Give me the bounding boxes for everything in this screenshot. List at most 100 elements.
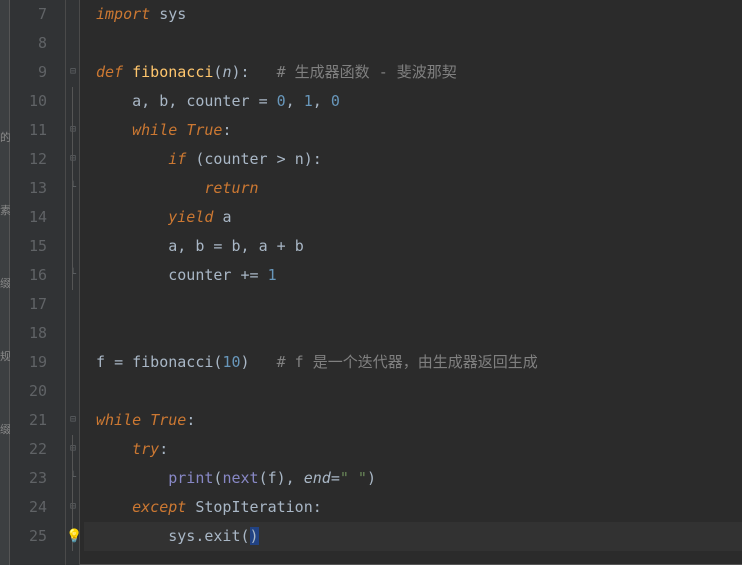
token-op: , bbox=[286, 469, 304, 487]
cursor-selection: ) bbox=[250, 527, 259, 545]
token-txt bbox=[96, 440, 132, 458]
token-txt bbox=[96, 150, 168, 168]
code-line[interactable]: return bbox=[84, 174, 742, 203]
line-number[interactable]: 17 bbox=[10, 290, 47, 319]
token-txt: fibonacci( bbox=[132, 353, 222, 371]
token-op: : bbox=[222, 121, 231, 139]
token-txt: a bbox=[222, 208, 231, 226]
token-op: ( bbox=[241, 527, 250, 545]
line-number[interactable]: 8 bbox=[10, 29, 47, 58]
code-line[interactable]: counter += 1 bbox=[84, 261, 742, 290]
intention-bulb-icon[interactable]: 💡 bbox=[66, 522, 82, 551]
line-number[interactable]: 11 bbox=[10, 116, 47, 145]
token-op: , bbox=[168, 92, 186, 110]
fold-guide-line bbox=[72, 116, 73, 145]
line-number[interactable]: 19 bbox=[10, 348, 47, 377]
token-op: > bbox=[277, 150, 295, 168]
token-op: , bbox=[313, 92, 331, 110]
token-txt bbox=[96, 498, 132, 516]
line-number[interactable]: 21 bbox=[10, 406, 47, 435]
fold-end-icon: └ bbox=[68, 183, 78, 193]
token-op: : bbox=[186, 411, 195, 429]
code-line[interactable]: 💡 sys.exit() bbox=[84, 522, 742, 551]
token-kw: True bbox=[186, 121, 222, 139]
line-number[interactable]: 9 bbox=[10, 58, 47, 87]
token-op: : bbox=[313, 498, 322, 516]
line-number[interactable]: 18 bbox=[10, 319, 47, 348]
code-line[interactable]: while True: bbox=[84, 406, 742, 435]
token-cmt: # f 是一个迭代器，由生成器返回生成 bbox=[277, 353, 538, 371]
token-op: ) bbox=[367, 469, 376, 487]
token-cmt: # 生成器函数 - 斐波那契 bbox=[277, 63, 457, 81]
code-line[interactable] bbox=[84, 290, 742, 319]
token-op: += bbox=[241, 266, 268, 284]
line-number[interactable]: 14 bbox=[10, 203, 47, 232]
token-txt bbox=[96, 208, 168, 226]
fold-collapse-icon[interactable]: ⊟ bbox=[68, 67, 78, 77]
code-line[interactable]: print(next(f), end=" ") bbox=[84, 464, 742, 493]
line-number[interactable]: 12 bbox=[10, 145, 47, 174]
code-line[interactable]: def fibonacci(n): # 生成器函数 - 斐波那契 bbox=[84, 58, 742, 87]
line-number[interactable]: 20 bbox=[10, 377, 47, 406]
line-number[interactable]: 13 bbox=[10, 174, 47, 203]
code-line[interactable]: except StopIteration: bbox=[84, 493, 742, 522]
token-builtin: next bbox=[222, 469, 258, 487]
token-num: 0 bbox=[277, 92, 286, 110]
line-number[interactable]: 7 bbox=[10, 0, 47, 29]
code-line[interactable]: while True: bbox=[84, 116, 742, 145]
token-op: ): bbox=[304, 150, 322, 168]
code-editor[interactable]: import sys def fibonacci(n): # 生成器函数 - 斐波… bbox=[80, 0, 742, 565]
token-num: 0 bbox=[331, 92, 340, 110]
code-line[interactable]: yield a bbox=[84, 203, 742, 232]
token-txt: StopIteration bbox=[195, 498, 312, 516]
token-kw: True bbox=[150, 411, 186, 429]
token-kw: if bbox=[168, 150, 195, 168]
fold-collapse-icon[interactable]: ⊟ bbox=[68, 444, 78, 454]
token-param: end bbox=[304, 469, 331, 487]
token-kw: except bbox=[132, 498, 195, 516]
line-number[interactable]: 23 bbox=[10, 464, 47, 493]
fold-guide-line bbox=[72, 232, 73, 261]
fold-collapse-icon[interactable]: ⊟ bbox=[68, 125, 78, 135]
code-line[interactable]: a, b, counter = 0, 1, 0 bbox=[84, 87, 742, 116]
strip-char: 缀 bbox=[0, 275, 9, 291]
code-line[interactable]: f = fibonacci(10) # f 是一个迭代器，由生成器返回生成 bbox=[84, 348, 742, 377]
fold-guide-line bbox=[72, 464, 73, 493]
code-line[interactable]: import sys bbox=[84, 0, 742, 29]
token-kw: yield bbox=[168, 208, 222, 226]
token-txt: b bbox=[195, 237, 213, 255]
strip-char: 缀 bbox=[0, 421, 9, 437]
fold-end-icon: └ bbox=[68, 473, 78, 483]
code-line[interactable]: if (counter > n): bbox=[84, 145, 742, 174]
code-line[interactable] bbox=[84, 319, 742, 348]
token-op: ) bbox=[277, 469, 286, 487]
fold-guide-line bbox=[72, 203, 73, 232]
token-txt bbox=[96, 469, 168, 487]
line-number-gutter[interactable]: 78910111213141516171819202122232425 bbox=[10, 0, 66, 565]
strip-char: 的 bbox=[0, 129, 9, 145]
line-number[interactable]: 25 bbox=[10, 522, 47, 551]
line-number[interactable]: 15 bbox=[10, 232, 47, 261]
code-line[interactable] bbox=[84, 29, 742, 58]
token-op: , bbox=[286, 92, 304, 110]
token-txt: counter bbox=[96, 266, 241, 284]
token-txt: a bbox=[259, 237, 277, 255]
line-number[interactable]: 24 bbox=[10, 493, 47, 522]
token-kw: import bbox=[96, 5, 159, 23]
line-number[interactable]: 10 bbox=[10, 87, 47, 116]
fold-collapse-icon[interactable]: ⊟ bbox=[68, 154, 78, 164]
fold-gutter[interactable]: ⊟⊟⊟└└⊟⊟└⊟└ bbox=[66, 0, 80, 565]
fold-collapse-icon[interactable]: ⊟ bbox=[68, 502, 78, 512]
token-txt: counter bbox=[186, 92, 258, 110]
fold-collapse-icon[interactable]: ⊟ bbox=[68, 415, 78, 425]
code-line[interactable]: a, b = b, a + b bbox=[84, 232, 742, 261]
line-number[interactable]: 16 bbox=[10, 261, 47, 290]
token-op: = bbox=[213, 237, 231, 255]
token-txt bbox=[96, 121, 132, 139]
token-op: , bbox=[177, 237, 195, 255]
line-number[interactable]: 22 bbox=[10, 435, 47, 464]
code-line[interactable]: try: bbox=[84, 435, 742, 464]
token-op: ( bbox=[259, 469, 268, 487]
code-line[interactable] bbox=[84, 377, 742, 406]
fold-guide-line bbox=[72, 261, 73, 290]
